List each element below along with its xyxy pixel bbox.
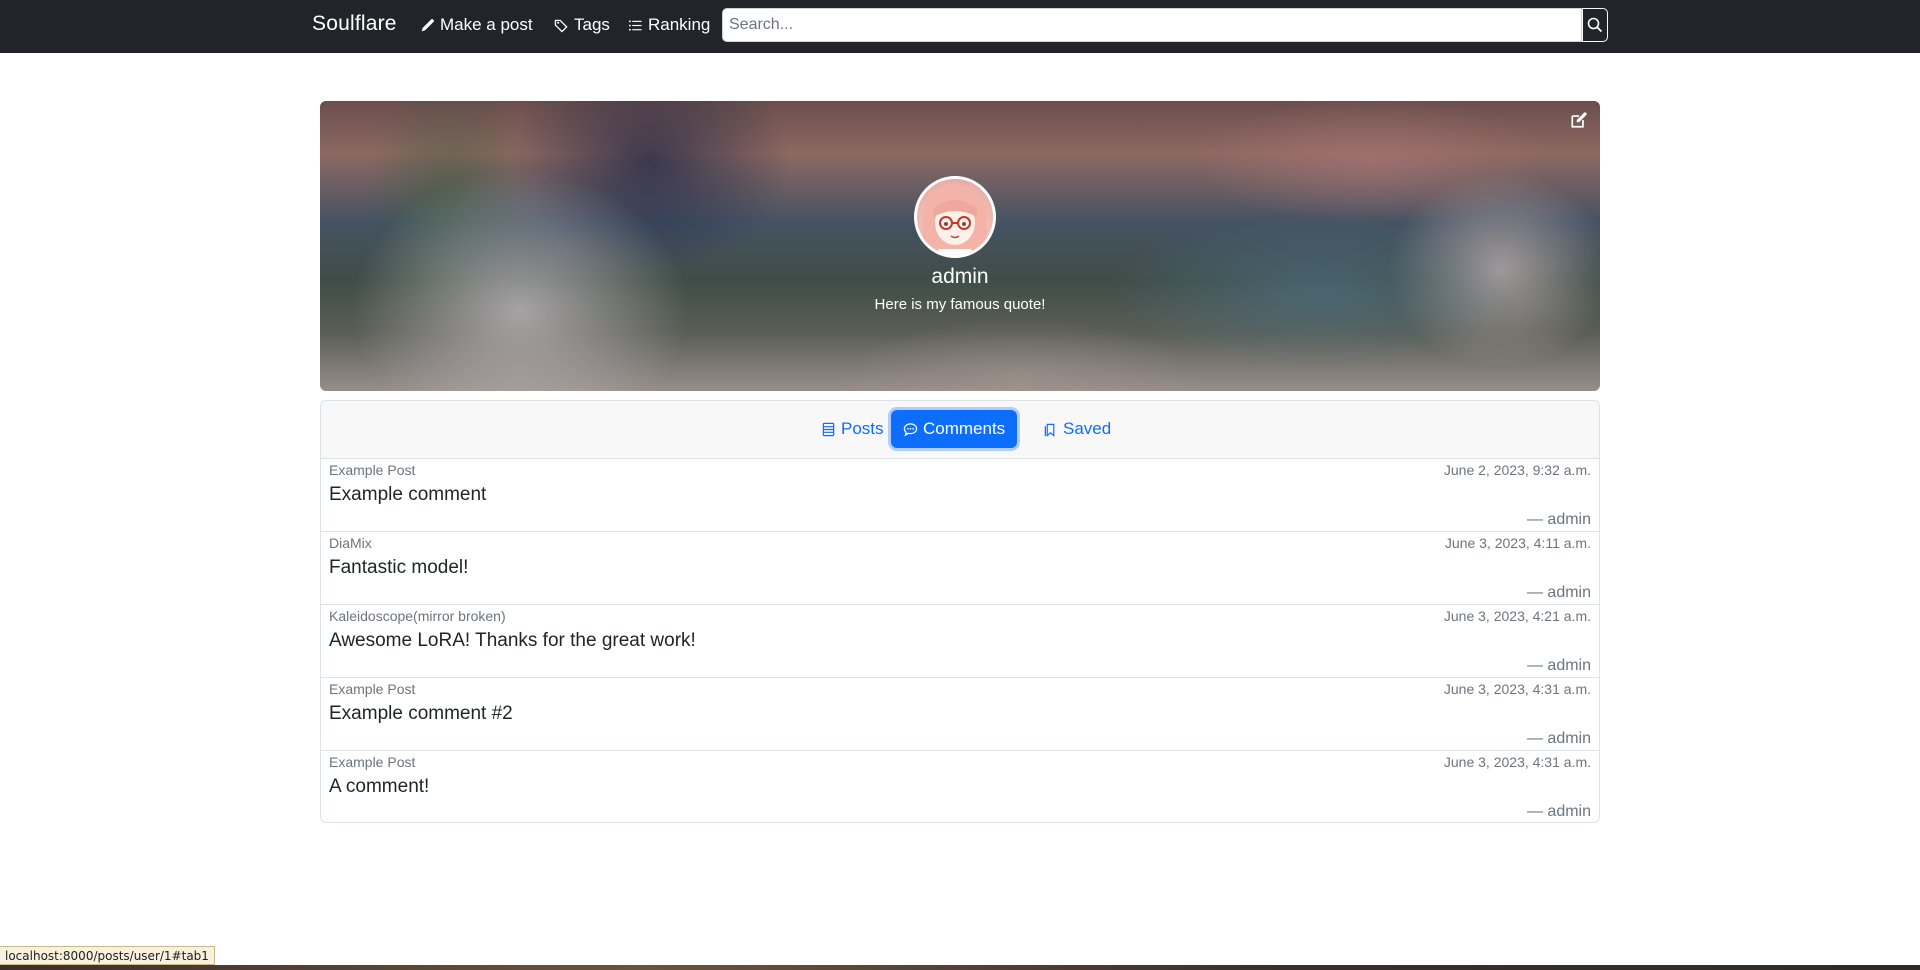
nav-make-a-post-label: Make a post <box>440 15 533 34</box>
nav-tags-label: Tags <box>574 15 610 34</box>
list-icon <box>822 422 835 436</box>
bookmark-icon <box>1044 423 1055 437</box>
comment-text: A comment! <box>329 776 430 797</box>
comment-author[interactable]: — admin <box>1527 803 1591 821</box>
edit-icon[interactable] <box>1570 111 1588 129</box>
comment-post-title[interactable]: Example Post <box>329 681 415 697</box>
tab-comments-label: Comments <box>923 419 1006 438</box>
status-bar-url: localhost:8000/posts/user/1#tab1 <box>0 946 215 965</box>
pencil-icon <box>421 18 435 31</box>
profile-quote: Here is my famous quote! <box>874 296 1046 313</box>
comment-date: June 3, 2023, 4:31 a.m. <box>1443 681 1591 697</box>
profile-username: admin <box>931 265 989 288</box>
comment-item[interactable]: Example Post June 3, 2023, 4:31 a.m. Exa… <box>321 678 1599 751</box>
search-icon <box>1587 17 1603 33</box>
comment-item[interactable]: DiaMix June 3, 2023, 4:11 a.m. Fantastic… <box>321 532 1599 605</box>
comment-text: Example comment <box>329 484 487 505</box>
search-input[interactable] <box>722 8 1582 42</box>
comment-post-title[interactable]: Example Post <box>329 754 415 770</box>
comment-item[interactable]: Example Post June 2, 2023, 9:32 a.m. Exa… <box>321 459 1599 532</box>
comment-date: June 2, 2023, 9:32 a.m. <box>1443 462 1591 478</box>
comment-date: June 3, 2023, 4:11 a.m. <box>1444 535 1591 551</box>
tab-posts-label: Posts <box>841 419 884 438</box>
search-button[interactable] <box>1582 8 1608 42</box>
comment-list: Example Post June 2, 2023, 9:32 a.m. Exa… <box>321 459 1599 822</box>
brand-logo[interactable]: Soulflare <box>312 12 397 36</box>
profile-content-card: Posts Comments Saved Example Post June 2… <box>320 400 1600 823</box>
tab-posts[interactable]: Posts <box>809 410 896 448</box>
comment-item[interactable]: Example Post June 3, 2023, 4:31 a.m. A c… <box>321 751 1599 822</box>
nav-make-a-post[interactable]: Make a post <box>420 15 533 35</box>
avatar-illustration <box>922 187 988 255</box>
comment-item[interactable]: Kaleidoscope(mirror broken) June 3, 2023… <box>321 605 1599 678</box>
nav-ranking[interactable]: Ranking <box>628 15 710 35</box>
comment-text: Example comment #2 <box>329 703 513 724</box>
nav-tags[interactable]: Tags <box>554 15 610 35</box>
comment-text: Awesome LoRA! Thanks for the great work! <box>329 630 696 651</box>
comment-post-title[interactable]: DiaMix <box>329 535 372 551</box>
chat-icon <box>903 422 918 436</box>
comment-date: June 3, 2023, 4:21 a.m. <box>1443 608 1591 624</box>
comment-date: June 3, 2023, 4:31 a.m. <box>1443 754 1591 770</box>
tab-saved-label: Saved <box>1063 419 1112 438</box>
comment-author[interactable]: — admin <box>1527 657 1591 675</box>
comment-author[interactable]: — admin <box>1527 730 1591 748</box>
tab-comments[interactable]: Comments <box>891 410 1018 448</box>
nav-ranking-label: Ranking <box>648 15 711 34</box>
list-icon <box>628 19 642 31</box>
comment-post-title[interactable]: Example Post <box>329 462 415 478</box>
bottom-edge <box>0 965 1920 970</box>
comment-post-title[interactable]: Kaleidoscope(mirror broken) <box>329 608 506 624</box>
tab-saved[interactable]: Saved <box>1031 410 1123 448</box>
avatar[interactable] <box>914 176 996 258</box>
profile-banner: admin Here is my famous quote! <box>320 101 1600 391</box>
tags-icon <box>554 19 568 33</box>
comment-author[interactable]: — admin <box>1527 511 1591 529</box>
comment-author[interactable]: — admin <box>1527 584 1591 602</box>
comment-text: Fantastic model! <box>329 557 469 578</box>
top-navbar: Soulflare Make a post Tags Ranking <box>0 0 1920 53</box>
tab-bar: Posts Comments Saved <box>321 401 1599 459</box>
